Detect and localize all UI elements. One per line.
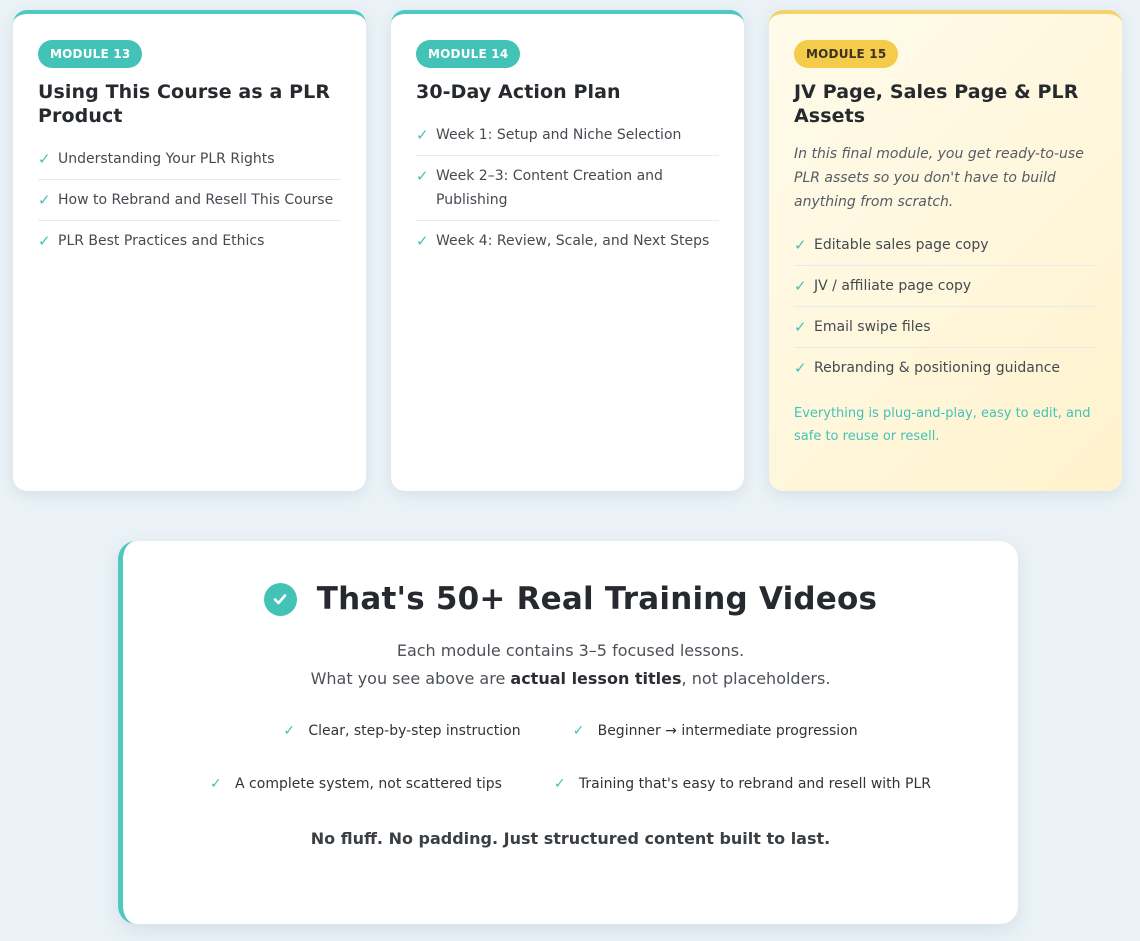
- check-circle-glyph: [273, 594, 287, 605]
- lesson-label: JV / affiliate page copy: [814, 278, 972, 294]
- feature-label: A complete system, not scattered tips: [235, 776, 502, 792]
- feature-item: ✓ Beginner → intermediate progression: [573, 723, 858, 739]
- check-icon: ✓: [553, 776, 566, 792]
- module-intro: In this final module, you get ready-to-u…: [794, 146, 1084, 210]
- check-icon: ✓: [416, 167, 429, 185]
- lesson-label: How to Rebrand and Resell This Course: [58, 192, 334, 208]
- check-icon: ✓: [210, 776, 222, 792]
- lesson-list: ✓ Week 1: Setup and Niche Selection ✓ Week…: [416, 115, 719, 261]
- lesson-list: ✓ Understanding Your PLR Rights ✓ How to R…: [38, 139, 341, 261]
- summary-line-2-prefix: What you see above are: [310, 669, 511, 688]
- check-circle-icon: [263, 582, 297, 616]
- lesson-label: Editable sales page copy: [814, 237, 989, 253]
- module-closing-note: Everything is plug-and-play, easy to edi…: [794, 406, 1091, 444]
- check-icon: ✓: [283, 723, 296, 739]
- check-icon: ✓: [794, 236, 807, 254]
- module-badge: MODULE 13: [38, 40, 143, 68]
- lesson-item: ✓ How to Rebrand and Resell This Course: [38, 180, 341, 221]
- module-card-14: MODULE 14 30-Day Action Plan ✓ Week 1: Se…: [391, 10, 744, 491]
- summary-header: That's 50+ Real Training Videos: [123, 581, 1018, 617]
- lesson-item: ✓ Week 1: Setup and Niche Selection: [416, 115, 719, 156]
- module-badge: MODULE 15: [794, 40, 899, 68]
- summary-line-2-emphasis: actual lesson titles: [510, 669, 682, 688]
- summary-panel: That's 50+ Real Training Videos Each mod…: [118, 541, 1018, 924]
- feature-label: Clear, step-by-step instruction: [308, 723, 521, 739]
- feature-item: ✓ Training that's easy to rebrand and res…: [554, 776, 931, 792]
- feature-label: Training that's easy to rebrand and rese…: [578, 776, 931, 792]
- module-title: 30-Day Action Plan: [416, 81, 621, 103]
- feature-row: ✓ A complete system, not scattered tips ✓…: [123, 776, 1018, 792]
- summary-description: Each module contains 3–5 focused lessons…: [123, 637, 1018, 693]
- lesson-label: Week 2–3: Content Creation and Publishin…: [436, 168, 663, 208]
- module-title: Using This Course as a PLR Product: [38, 81, 331, 127]
- feature-item: ✓ Clear, step-by-step instruction: [283, 723, 520, 739]
- lesson-label: Understanding Your PLR Rights: [58, 151, 275, 167]
- check-icon: ✓: [38, 191, 51, 209]
- lesson-item: ✓ Editable sales page copy: [794, 225, 1097, 266]
- feature-row: ✓ Clear, step-by-step instruction ✓ Beginn…: [123, 723, 1018, 739]
- lesson-item: ✓ Rebranding & positioning guidance: [794, 348, 1097, 388]
- check-icon: ✓: [38, 150, 51, 168]
- summary-line-2: What you see above are actual lesson tit…: [123, 665, 1018, 693]
- lesson-item: ✓ Understanding Your PLR Rights: [38, 139, 341, 180]
- summary-tagline: No fluff. No padding. Just structured co…: [310, 829, 831, 848]
- module-title: JV Page, Sales Page & PLR Assets: [794, 81, 1079, 127]
- summary-line-2-suffix: , not placeholders.: [681, 669, 831, 688]
- feature-label: Beginner → intermediate progression: [597, 723, 858, 739]
- module-card-13: MODULE 13 Using This Course as a PLR Pro…: [13, 10, 366, 491]
- lesson-label: Rebranding & positioning guidance: [814, 360, 1061, 376]
- lesson-label: PLR Best Practices and Ethics: [58, 233, 265, 249]
- lesson-item: ✓ Week 2–3: Content Creation and Publishi…: [416, 156, 719, 221]
- lesson-item: ✓ Email swipe files: [794, 307, 1097, 348]
- lesson-label: Week 4: Review, Scale, and Next Steps: [436, 233, 710, 249]
- check-icon: ✓: [38, 232, 51, 250]
- lesson-item: ✓ JV / affiliate page copy: [794, 266, 1097, 307]
- check-icon: ✓: [416, 126, 429, 144]
- module-card-15: MODULE 15 JV Page, Sales Page & PLR Asse…: [769, 10, 1122, 491]
- check-icon: ✓: [794, 359, 807, 377]
- module-badge: MODULE 14: [416, 40, 521, 68]
- check-icon: ✓: [416, 232, 429, 250]
- lesson-item: ✓ PLR Best Practices and Ethics: [38, 221, 341, 261]
- lesson-item: ✓ Week 4: Review, Scale, and Next Steps: [416, 221, 719, 261]
- check-icon: ✓: [794, 318, 807, 336]
- summary-title: That's 50+ Real Training Videos: [316, 581, 878, 617]
- feature-item: ✓ A complete system, not scattered tips: [210, 776, 502, 792]
- check-icon: ✓: [572, 723, 585, 739]
- summary-line-1: Each module contains 3–5 focused lessons…: [396, 641, 745, 660]
- check-icon: ✓: [794, 277, 807, 295]
- lesson-list: ✓ Editable sales page copy ✓ JV / affiliat…: [794, 225, 1097, 388]
- lesson-label: Week 1: Setup and Niche Selection: [436, 127, 682, 143]
- lesson-label: Email swipe files: [814, 319, 931, 335]
